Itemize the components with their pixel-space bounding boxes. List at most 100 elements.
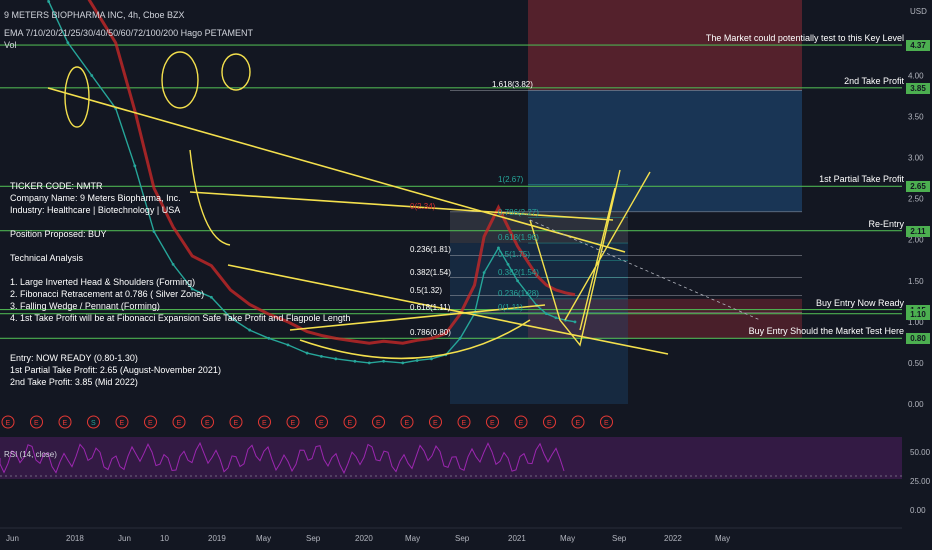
fib-ext-label: 0.618(1.11) [410,302,451,312]
indicator-legend[interactable]: EMA 7/10/20/21/25/30/40/50/60/72/100/200… [4,28,253,38]
event-label: S [91,420,96,427]
price-point [506,262,510,266]
fib-retrace-label: 0(1.11) [498,302,523,312]
price-badge: 3.85 [906,82,930,94]
price-point [90,74,94,77]
event-label: E [348,420,353,427]
time-tick: May [715,534,730,543]
note-line: Industry: Healthcare | Biotechnology | U… [10,205,181,215]
time-tick: 2020 [355,534,373,543]
event-label: E [490,420,495,427]
event-label: E [433,420,438,427]
level-label: 2nd Take Profit [844,75,904,86]
time-tick: May [405,534,420,543]
event-label: E [547,420,552,427]
fib-ext-label: 1.618(3.82) [492,80,533,90]
event-label: E [148,420,153,427]
price-badge: 2.11 [906,225,930,237]
time-tick: May [256,534,271,543]
price-point [152,230,156,233]
currency-label: USD [910,7,927,16]
price-badge: 0.80 [906,333,930,345]
event-label: E [63,420,68,427]
level-label: 1st Partial Take Profit [819,174,904,185]
time-tick: Jun [118,534,131,543]
price-point [47,0,51,3]
fib-retrace-label: 0.5(1.75) [498,250,531,260]
rsi-tick: 0.00 [910,506,926,515]
note-line: 3. Falling Wedge / Pennant (Forming) [10,301,160,311]
price-point [415,359,419,362]
price-tick: 2.00 [908,236,924,245]
price-tick: 1.50 [908,277,924,286]
note-line: 1. Large Inverted Head & Shoulders (Form… [10,277,196,287]
rsi-tick: 50.00 [910,448,931,457]
price-point [353,359,357,363]
event-label: E [262,420,267,427]
rsi-tick: 25.00 [910,477,931,486]
price-point [209,295,213,299]
level-label: Buy Entry Now Ready [815,297,904,308]
price-point [305,351,309,355]
price-point [430,357,433,361]
price-point [544,312,548,316]
level-label: Re-Entry [868,218,904,229]
event-label: E [319,420,324,427]
event-label: E [120,420,125,427]
fib-ext-label: 0.382(1.54) [410,267,451,277]
time-tick: Sep [455,534,470,543]
price-point [171,262,175,266]
note-line: Entry: NOW READY (0.80-1.30) [10,353,138,363]
event-label: E [576,420,581,427]
price-point [66,41,70,45]
event-label: E [205,420,210,427]
price-tick: 0.50 [908,359,924,368]
price-tick: 3.00 [908,154,924,163]
event-label: E [462,420,467,427]
price-tick: 3.50 [908,113,924,122]
price-badge: 2.65 [906,181,930,193]
event-label: E [6,420,11,427]
event-label: E [519,420,524,427]
chart-title: 9 METERS BIOPHARMA INC, 4h, Cboe BZX [4,10,185,20]
time-tick: 2022 [664,534,682,543]
shoulder-marker [161,51,199,109]
fib-retrace-label: 0.382(1.54) [498,267,539,277]
note-line: 2nd Take Profit: 3.85 (Mid 2022) [10,377,138,387]
price-point [286,343,290,347]
price-tick: 4.00 [908,71,924,80]
event-label: E [405,420,410,427]
event-label: E [34,420,39,427]
note-line: 1st Partial Take Profit: 2.65 (August-No… [10,365,221,375]
time-tick: Sep [306,534,321,543]
price-point [458,336,462,340]
level-label: The Market could potentially test to thi… [705,33,904,44]
fib-retrace-label: 0.236(1.28) [498,288,539,298]
price-point [573,320,577,324]
event-label: E [177,420,182,427]
note-line: 2. Fibonacci Retracement at 0.786 ( Silv… [10,289,205,299]
time-tick: 10 [160,534,169,543]
rsi-legend[interactable]: RSI (14, close) [4,450,57,459]
price-point [367,361,371,365]
price-chart[interactable]: 4.003.503.002.502.001.501.000.500.00USDE… [0,0,932,550]
time-tick: 2018 [66,534,84,543]
time-tick: 2019 [208,534,226,543]
price-tick: 2.50 [908,195,924,204]
event-label: E [604,420,609,427]
note-line: Technical Analysis [10,253,84,263]
fib-retrace-label: 0.618(1.96) [498,233,539,243]
fib-ext-label: 0.236(1.81) [410,245,451,255]
price-point [497,246,500,250]
price-badge: 1.10 [906,308,930,320]
note-line: Company Name: 9 Meters Biopharma, Inc. [10,193,181,203]
time-tick: Jun [6,534,19,543]
event-label: E [234,420,239,427]
fib-ext-label: 0(2.34) [410,201,436,211]
volume-legend[interactable]: Vol [4,40,17,50]
shoulder-marker [221,53,251,91]
price-point [382,359,386,363]
price-point [320,354,323,358]
price-point [267,336,271,340]
price-point [334,357,338,361]
